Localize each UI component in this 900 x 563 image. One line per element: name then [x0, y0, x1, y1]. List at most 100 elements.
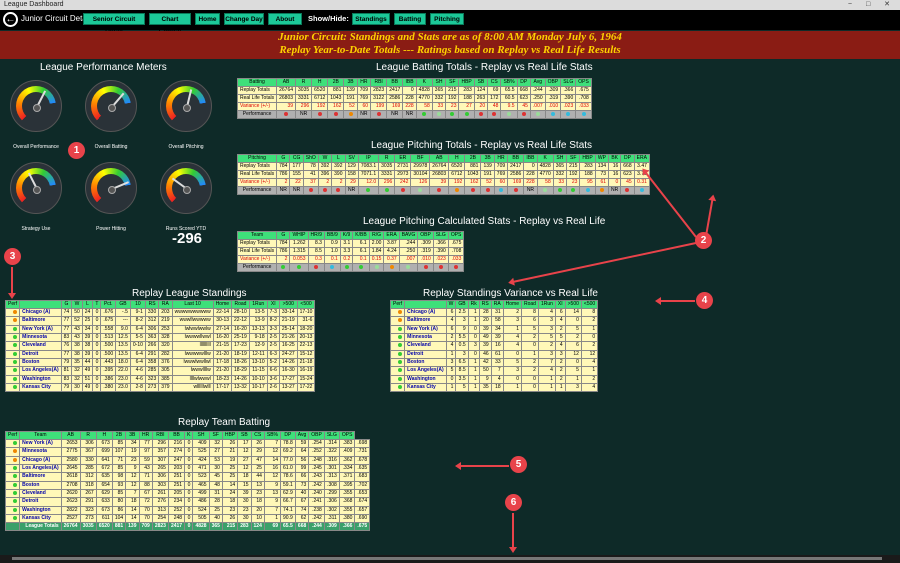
table-cell: 73	[594, 170, 610, 179]
perf-nr: NR	[523, 185, 538, 196]
table-cell: 1	[580, 366, 599, 376]
table-row: Minnesota 83 43 39 0.513 12.5 5-5 363 328 lwwwwll…	[4, 332, 316, 343]
column-header: RS	[144, 300, 160, 309]
table-row: Washington 2822 323 673 86 14 70 313 252 0 524 25 23…	[4, 505, 371, 515]
table-cell: 22-14	[212, 307, 233, 318]
table-cell: wwwllwwwww	[171, 316, 214, 326]
table-cell: 64	[294, 447, 310, 457]
team-name: Boston	[19, 357, 62, 368]
table-cell: 9	[263, 480, 282, 490]
column-header: RA	[158, 300, 173, 309]
team-name: New York (A)	[19, 438, 62, 449]
table-cell: 0	[92, 382, 102, 393]
table-cell: 4770	[536, 170, 554, 179]
window-controls[interactable]: − □ ✕	[848, 0, 896, 8]
perf-cell	[4, 497, 21, 507]
column-header: BF	[410, 154, 431, 163]
chart-central-button[interactable]: Chart Central	[149, 13, 191, 35]
table-cell: 59	[138, 455, 153, 466]
table-cell: 15	[237, 480, 252, 490]
table-cell: 4	[445, 341, 457, 351]
table-cell: 4770	[415, 94, 433, 103]
table-cell: 33	[431, 102, 447, 111]
total-cell: 283	[237, 522, 252, 532]
about-button[interactable]: About	[268, 13, 302, 25]
table-cell: 26	[221, 513, 239, 524]
table-cell: 0	[564, 316, 582, 326]
home-button[interactable]: Home	[195, 13, 220, 25]
variance-title: Replay Standings Variance vs Real Life	[423, 288, 598, 299]
back-button[interactable]: ←	[3, 12, 18, 27]
table-cell: 12.0	[357, 178, 380, 187]
table-cell: 44	[250, 472, 265, 482]
table-cell: 0.3	[307, 255, 325, 264]
table-cell: 17-27	[278, 374, 298, 384]
table-cell: .683	[354, 472, 371, 482]
perf-cell	[4, 382, 21, 393]
table-cell: 16	[608, 170, 622, 179]
table-cell: 83	[60, 332, 73, 343]
perf-cell	[579, 185, 596, 196]
team-name: Baltimore	[404, 316, 447, 326]
table-cell: 13-10	[248, 357, 268, 368]
table-cell: 69.2	[280, 447, 296, 457]
table-cell: 51	[81, 374, 94, 384]
table-cell: .007	[398, 255, 419, 264]
table-cell: 24	[221, 488, 239, 499]
column-header: RBI	[151, 431, 169, 440]
column-header: Home	[212, 300, 233, 309]
batting-toggle[interactable]: Batting	[394, 13, 426, 25]
table-cell: 3-3	[266, 324, 280, 335]
column-header: H	[311, 78, 329, 87]
table-row: Baltimore 77 52 25 0.675 --- 8-2 312 219 wwwllwww…	[4, 316, 316, 326]
perf-dot-icon	[284, 112, 289, 116]
performance-row: Performance	[236, 262, 465, 273]
perf-dot-icon	[498, 188, 503, 192]
table-cell: 769	[356, 94, 372, 103]
table-cell: 48	[208, 480, 223, 490]
table-cell: 216	[167, 438, 186, 449]
table-cell: .245	[308, 463, 325, 474]
gauge-meter	[160, 162, 212, 214]
team-name: Los Angeles(A)	[19, 366, 62, 376]
table-cell: 2	[521, 366, 539, 376]
table-cell: 70	[138, 505, 153, 515]
table-cell: 39	[478, 324, 492, 335]
table-cell: 0	[467, 349, 480, 359]
perf-cell	[458, 109, 475, 120]
table-cell: 3122	[370, 94, 388, 103]
page-title: Junior Circuit Detail	[21, 14, 91, 23]
column-header: SV	[344, 154, 359, 163]
table-cell: 7	[490, 366, 504, 376]
pitching-toggle[interactable]: Pitching	[430, 13, 464, 25]
change-day-button[interactable]: Change Day	[224, 13, 264, 25]
table-cell: 6-4	[129, 324, 146, 335]
total-cell: 668	[294, 522, 310, 532]
standings-toggle[interactable]: Standings	[352, 13, 390, 25]
table-cell: 5	[502, 357, 523, 368]
table-cell: 77	[138, 438, 153, 449]
table-cell: 3035	[378, 162, 396, 171]
table-cell: 396	[317, 170, 333, 179]
table-cell: 50	[71, 307, 83, 318]
table-cell: 65.5	[500, 86, 518, 95]
table-cell: .308	[323, 480, 340, 490]
scrollbar-thumb[interactable]	[12, 557, 882, 560]
senior-circuit-button[interactable]: Senior Circuit Detail	[83, 13, 145, 35]
table-cell: 18	[490, 382, 504, 393]
table-cell: 199	[370, 102, 388, 111]
perf-cell	[4, 324, 21, 335]
table-row: Kansas City 2527 273 611 104 14 70 254 248 0 505 40…	[4, 513, 371, 524]
table-cell: 21-20	[212, 349, 233, 359]
table-cell: 1.315	[289, 247, 309, 256]
table-cell: 0	[184, 463, 194, 474]
perf-dot-icon	[308, 188, 313, 192]
perf-dot-icon	[13, 499, 18, 504]
table-cell: 3	[537, 316, 556, 326]
perf-cell	[445, 109, 460, 120]
performance-row: Performance NR NR NR NR NR	[236, 185, 650, 196]
table-cell: 177	[289, 162, 304, 171]
table-cell: 12	[237, 447, 252, 457]
table-cell: 1	[537, 382, 556, 393]
table-cell: .635	[354, 463, 371, 474]
